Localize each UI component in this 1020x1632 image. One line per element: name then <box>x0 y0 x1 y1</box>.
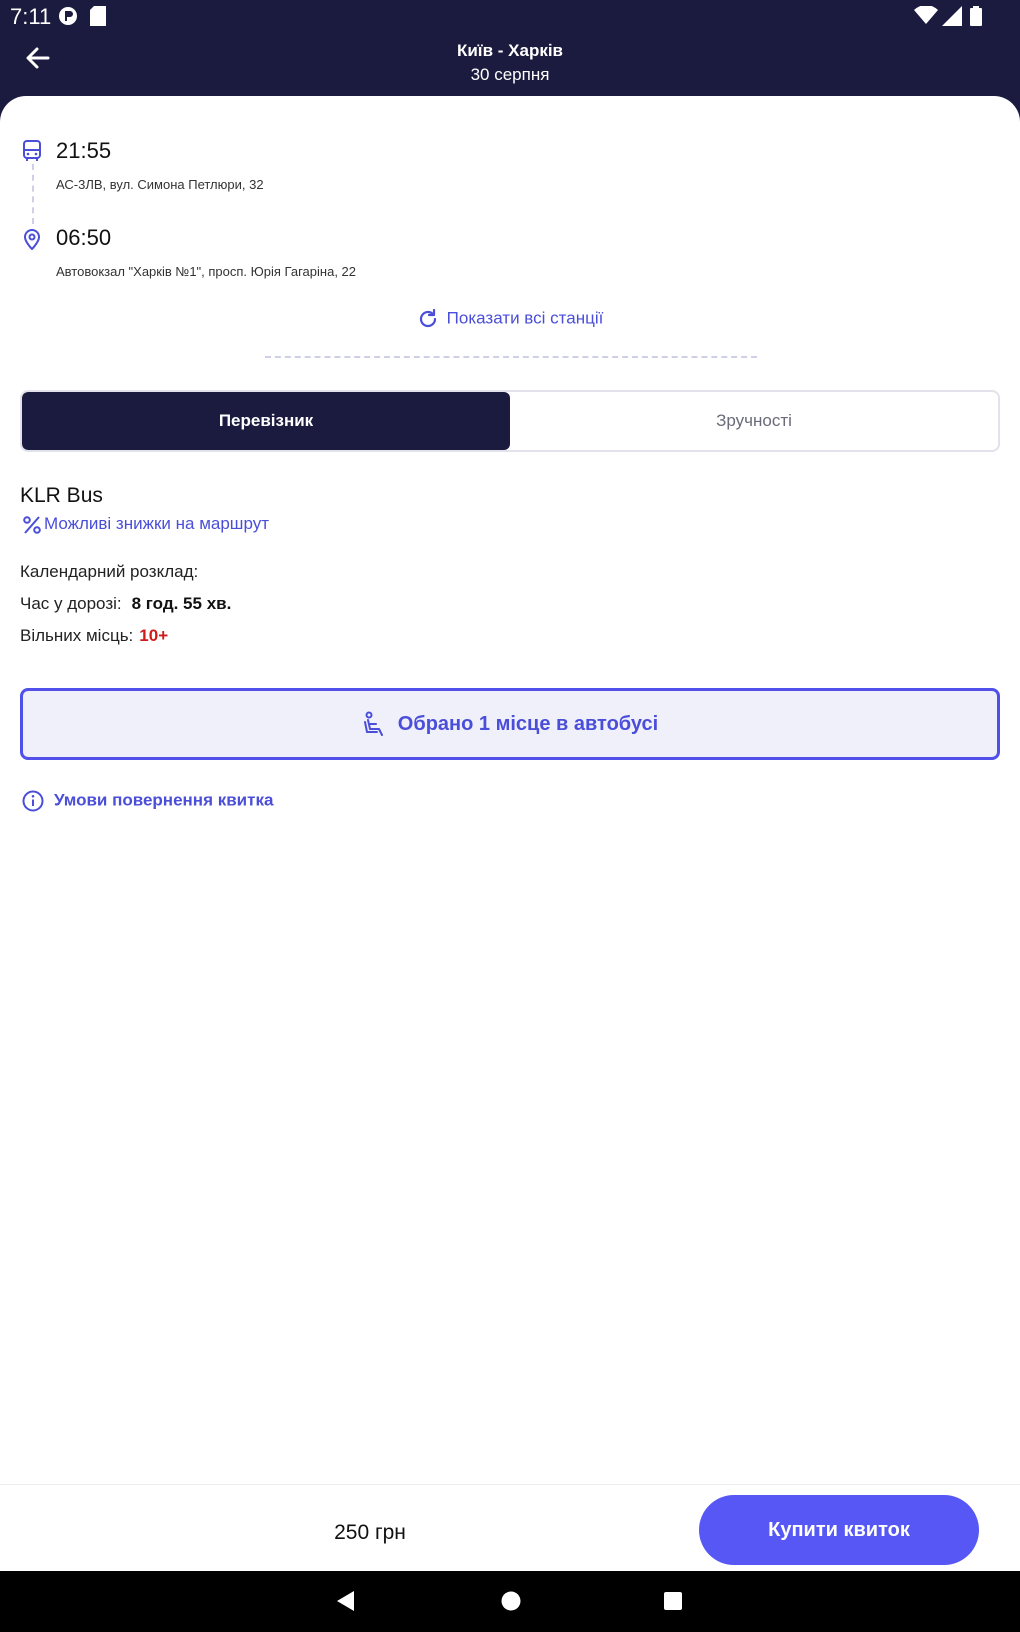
free-seats-value: 10+ <box>139 626 169 645</box>
show-all-stations-label: Показати всі станції <box>446 308 604 328</box>
sd-card-icon <box>90 6 106 26</box>
free-seats-label: Вільних місць: <box>20 626 134 645</box>
status-bar: 7:11 <box>0 0 1020 30</box>
signal-icon <box>942 6 962 26</box>
route-date: 30 серпня <box>470 65 550 84</box>
nav-recents-icon[interactable] <box>662 1589 684 1613</box>
system-nav-bar <box>0 1571 1020 1632</box>
duration-label: Час у дорозі: <box>20 594 122 613</box>
arrival-address: Автовокзал "Харків №1", просп. Юрія Гага… <box>56 264 356 279</box>
divider <box>265 356 757 358</box>
nav-home-icon[interactable] <box>500 1589 522 1613</box>
departure-time: 21:55 <box>56 138 112 163</box>
discount-link[interactable]: Можливі знижки на маршрут <box>22 514 269 535</box>
duration-row: Час у дорозі: 8 год. 55 хв. <box>20 594 231 614</box>
wifi-icon <box>914 6 938 24</box>
header: Київ - Харків 30 серпня <box>0 30 1020 100</box>
selected-seat-label: Обрано 1 місце в автобусі <box>397 712 659 735</box>
discount-label: Можливі знижки на маршрут <box>44 514 269 533</box>
route-connector <box>32 164 34 224</box>
refund-conditions-link[interactable]: Умови повернення квитка <box>22 790 273 812</box>
tab-amenities[interactable]: Зручності <box>510 392 998 450</box>
info-icon <box>22 790 44 812</box>
percent-icon <box>23 515 41 534</box>
carrier-name: KLR Bus <box>20 484 103 507</box>
trip-details-sheet: 21:55 АС-3ЛВ, вул. Симона Петлюри, 32 06… <box>0 96 1020 1571</box>
buy-ticket-button[interactable]: Купити квиток <box>699 1495 979 1565</box>
battery-icon <box>970 6 982 26</box>
route-title: Київ - Харків <box>456 41 564 60</box>
departure-address: АС-3ЛВ, вул. Симона Петлюри, 32 <box>56 177 264 192</box>
status-time: 7:11 <box>10 4 52 29</box>
selected-seat-button[interactable]: Обрано 1 місце в автобусі <box>20 688 1000 760</box>
tab-carrier[interactable]: Перевізник <box>22 392 510 450</box>
tabs: Перевізник Зручності <box>20 390 1000 452</box>
show-all-stations-button[interactable]: Показати всі станції <box>0 308 1020 330</box>
nav-back-icon[interactable] <box>334 1589 356 1613</box>
refresh-icon <box>419 308 436 328</box>
bus-icon <box>23 140 41 161</box>
duration-value: 8 год. 55 хв. <box>131 594 232 613</box>
location-pin-icon <box>23 229 41 250</box>
ticket-price: 250 грн <box>334 1521 406 1544</box>
app-notification-icon <box>59 7 77 25</box>
refund-conditions-label: Умови повернення квитка <box>54 790 274 810</box>
purchase-bar: 250 грн Купити квиток <box>0 1484 1020 1572</box>
free-seats-row: Вільних місць: 10+ <box>20 626 168 646</box>
arrival-time: 06:50 <box>56 225 112 250</box>
seat-icon <box>363 711 383 736</box>
schedule-label[interactable]: Календарний розклад: <box>20 562 198 582</box>
